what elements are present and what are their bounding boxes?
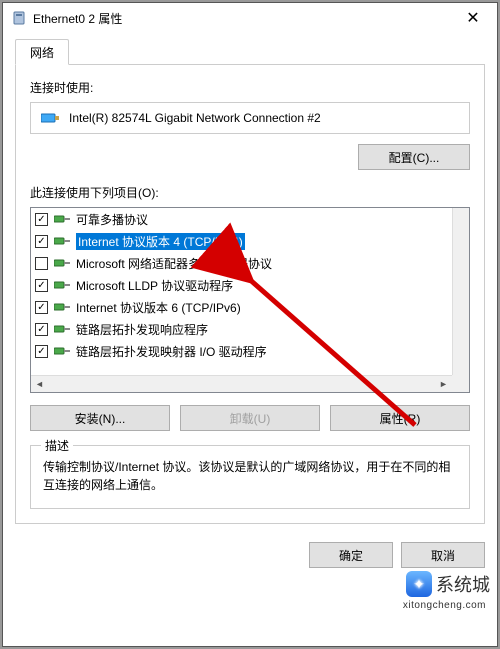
description-title: 描述 <box>41 437 73 454</box>
tab-network[interactable]: 网络 <box>15 39 69 65</box>
list-item-label: Internet 协议版本 4 (TCP/IPv4) <box>76 233 245 250</box>
list-item-label: 链路层拓扑发现映射器 I/O 驱动程序 <box>76 343 267 360</box>
list-item-label: 可靠多播协议 <box>76 211 148 228</box>
connect-using-label: 连接时使用: <box>30 79 470 96</box>
items-label: 此连接使用下列项目(O): <box>30 184 470 201</box>
app-icon <box>11 10 27 26</box>
cancel-button[interactable]: 取消 <box>401 542 485 568</box>
properties-button[interactable]: 属性(R) <box>330 405 470 431</box>
properties-dialog: Ethernet0 2 属性 ✕ 网络 连接时使用: Intel(R) 8257… <box>2 2 498 647</box>
ok-button[interactable]: 确定 <box>309 542 393 568</box>
description-text: 传输控制协议/Internet 协议。该协议是默认的广域网络协议，用于在不同的相… <box>43 458 457 494</box>
nic-icon <box>41 111 59 125</box>
titlebar[interactable]: Ethernet0 2 属性 ✕ <box>3 3 497 33</box>
close-icon: ✕ <box>466 8 479 28</box>
description-group: 描述 传输控制协议/Internet 协议。该协议是默认的广域网络协议，用于在不… <box>30 445 470 509</box>
scroll-corner <box>452 375 469 392</box>
checkbox[interactable]: ✓ <box>35 345 48 358</box>
checkbox[interactable]: ✓ <box>35 235 48 248</box>
protocol-icon <box>54 257 70 269</box>
configure-button[interactable]: 配置(C)... <box>358 144 470 170</box>
tab-strip: 网络 <box>15 39 485 65</box>
uninstall-button: 卸载(U) <box>180 405 320 431</box>
checkbox[interactable]: ✓ <box>35 323 48 336</box>
list-item-label: 链路层拓扑发现响应程序 <box>76 321 208 338</box>
dialog-body: 网络 连接时使用: Intel(R) 82574L Gigabit Networ… <box>3 33 497 578</box>
list-item-label: Internet 协议版本 6 (TCP/IPv6) <box>76 299 241 316</box>
protocol-icon <box>54 213 70 225</box>
list-item-label: Microsoft LLDP 协议驱动程序 <box>76 277 233 294</box>
tab-panel: 连接时使用: Intel(R) 82574L Gigabit Network C… <box>15 65 485 524</box>
protocol-icon <box>54 301 70 313</box>
install-button[interactable]: 安装(N)... <box>30 405 170 431</box>
scroll-right-icon[interactable]: ► <box>435 376 452 393</box>
checkbox[interactable]: ✓ <box>35 301 48 314</box>
list-item[interactable]: ✓ 链路层拓扑发现映射器 I/O 驱动程序 <box>31 340 452 362</box>
protocol-icon <box>54 235 70 247</box>
list-item[interactable]: ✓ Internet 协议版本 6 (TCP/IPv6) <box>31 296 452 318</box>
list-item[interactable]: ✓ Microsoft LLDP 协议驱动程序 <box>31 274 452 296</box>
checkbox[interactable]: ✓ <box>35 279 48 292</box>
protocol-icon <box>54 323 70 335</box>
vertical-scrollbar[interactable] <box>452 208 469 375</box>
components-listbox[interactable]: ✓ 可靠多播协议 ✓ Internet 协议版本 4 (TCP/IPv4) Micros… <box>30 207 470 393</box>
list-item[interactable]: ✓ 可靠多播协议 <box>31 208 452 230</box>
checkbox[interactable] <box>35 257 48 270</box>
protocol-icon <box>54 345 70 357</box>
scroll-left-icon[interactable]: ◄ <box>31 376 48 393</box>
checkbox[interactable]: ✓ <box>35 213 48 226</box>
tab-label: 网络 <box>30 44 54 61</box>
list-item[interactable]: ✓ Internet 协议版本 4 (TCP/IPv4) <box>31 230 452 252</box>
horizontal-scrollbar[interactable]: ◄ ► <box>31 375 452 392</box>
list-item[interactable]: ✓ 链路层拓扑发现响应程序 <box>31 318 452 340</box>
protocol-icon <box>54 279 70 291</box>
window-title: Ethernet0 2 属性 <box>33 10 453 27</box>
list-item-label: Microsoft 网络适配器多路传送器协议 <box>76 255 272 272</box>
list-item[interactable]: Microsoft 网络适配器多路传送器协议 <box>31 252 452 274</box>
adapter-name: Intel(R) 82574L Gigabit Network Connecti… <box>69 111 321 125</box>
adapter-box[interactable]: Intel(R) 82574L Gigabit Network Connecti… <box>30 102 470 134</box>
close-button[interactable]: ✕ <box>453 4 493 32</box>
